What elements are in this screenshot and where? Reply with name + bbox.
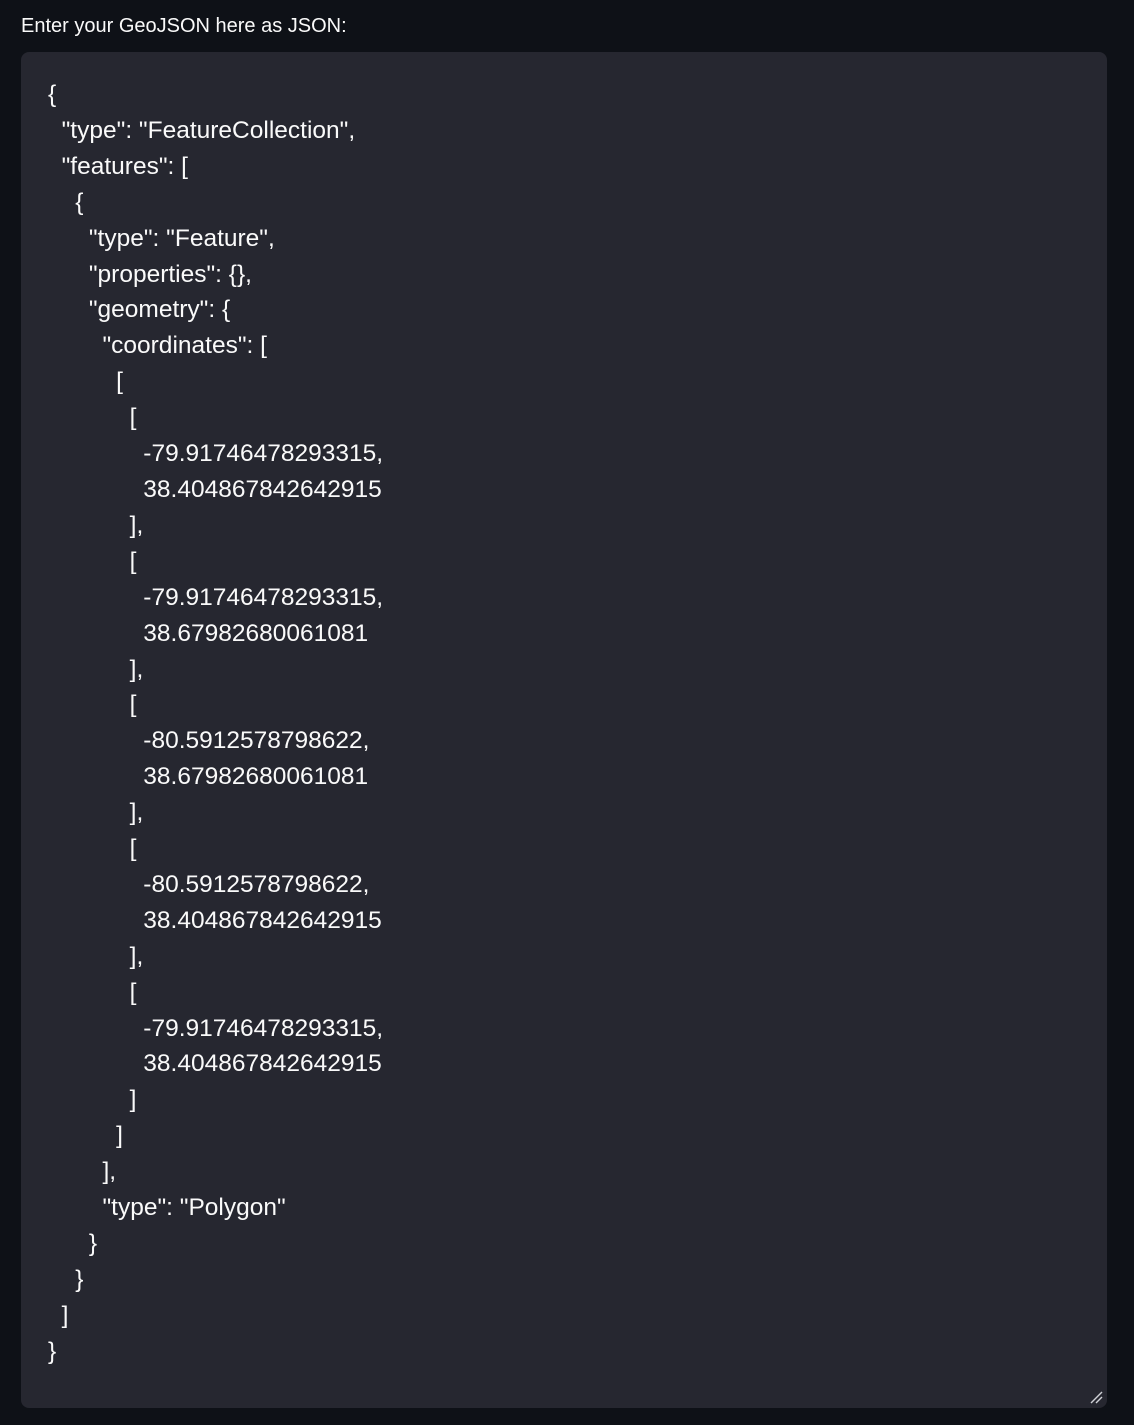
geojson-textarea-value[interactable]: { "type": "FeatureCollection", "features… <box>48 77 383 1370</box>
geojson-input-label: Enter your GeoJSON here as JSON: <box>21 15 347 37</box>
geojson-textarea[interactable]: { "type": "FeatureCollection", "features… <box>21 52 1107 1408</box>
resize-grip-icon[interactable] <box>1089 1390 1103 1404</box>
